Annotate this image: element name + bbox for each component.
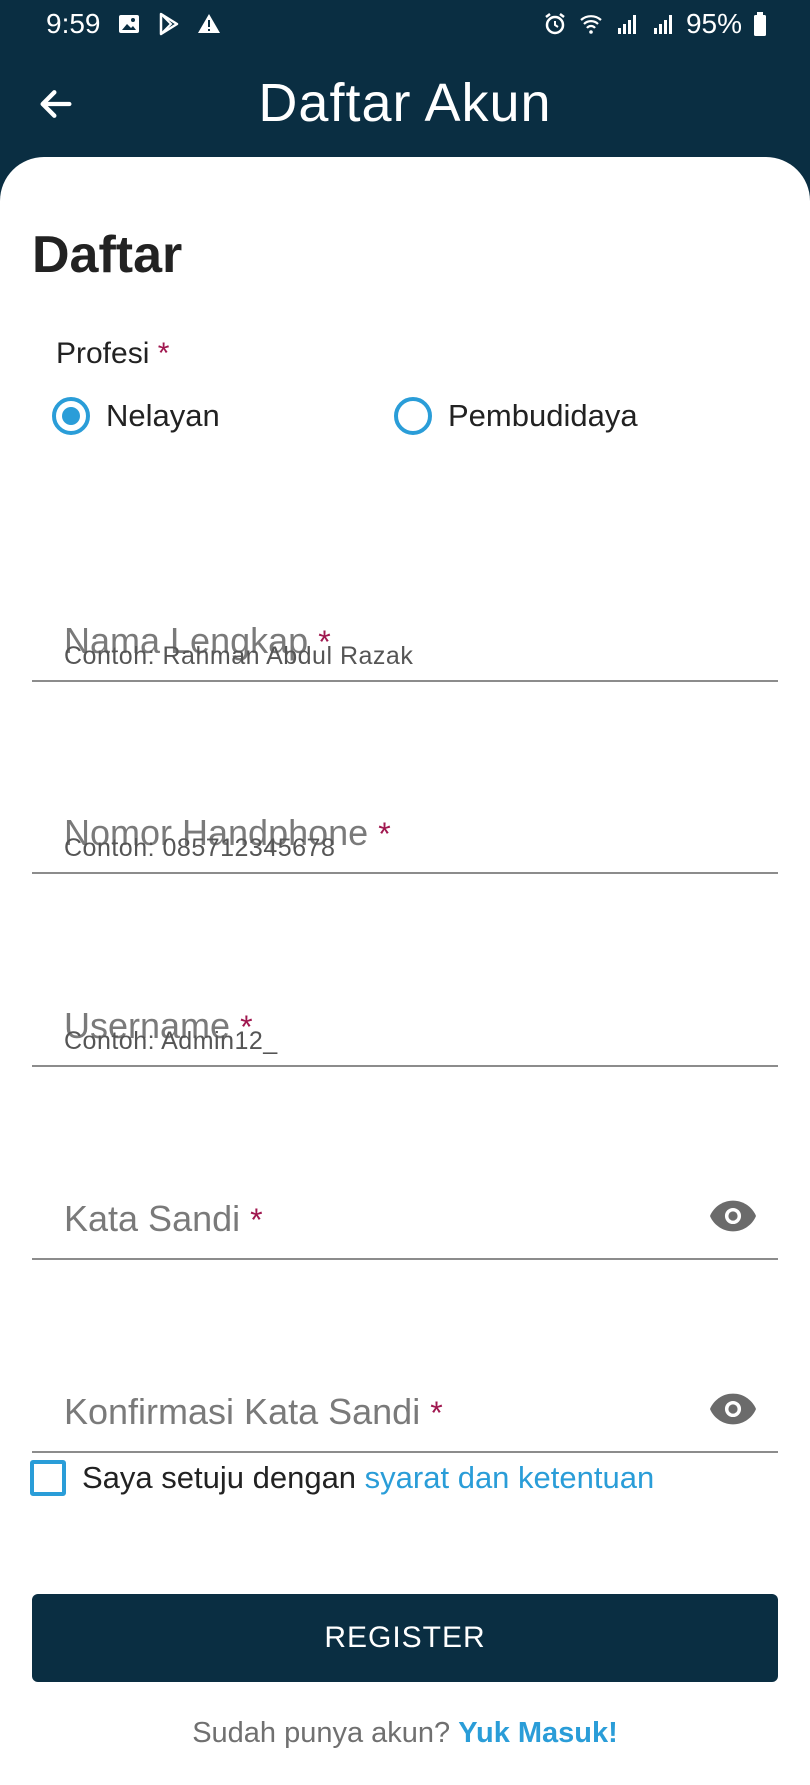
eye-icon[interactable] <box>710 1393 756 1425</box>
radio-label: Nelayan <box>106 398 220 433</box>
radio-nelayan[interactable]: Nelayan <box>52 397 220 435</box>
status-left-icons <box>116 12 222 36</box>
radio-label: Pembudidaya <box>448 398 638 433</box>
login-prompt-row: Sudah punya akun? Yuk Masuk! <box>0 1717 810 1750</box>
status-time: 9:59 <box>46 8 101 39</box>
form-heading: Daftar <box>32 226 183 284</box>
required-mark: * <box>157 337 170 370</box>
login-prompt: Sudah punya akun? <box>192 1717 459 1749</box>
page-title: Daftar Akun <box>258 73 552 133</box>
form-sheet: Daftar Profesi * Nelayan Pembudidaya Nam… <box>0 157 810 1785</box>
phone-helper-text: Contoh: 085712345678 <box>64 834 336 862</box>
radio-pembudidaya[interactable]: Pembudidaya <box>394 397 638 435</box>
profesi-label: Profesi * <box>56 337 169 371</box>
status-bar: 9:59 95% <box>0 0 810 50</box>
terms-link[interactable]: syarat dan ketentuan <box>365 1460 655 1495</box>
required-mark: * <box>378 816 391 852</box>
agreement-row: Saya setuju dengan syarat dan ketentuan <box>30 1460 654 1496</box>
required-mark: * <box>250 1202 263 1238</box>
alarm-icon <box>545 13 565 35</box>
agree-checkbox[interactable] <box>30 1460 66 1496</box>
confirm-password-field[interactable]: Konfirmasi Kata Sandi * <box>32 1353 778 1453</box>
radio-button-checked[interactable] <box>52 397 90 435</box>
signal-icon <box>617 15 636 34</box>
field-label-text: Konfirmasi Kata Sandi <box>64 1391 421 1432</box>
nama-helper-text: Contoh: Rahman Abdul Razak <box>64 642 414 670</box>
app-bar: Daftar Akun <box>0 50 810 160</box>
image-icon <box>119 15 139 33</box>
wifi-icon <box>580 15 602 34</box>
warning-icon <box>198 14 220 33</box>
battery-percent: 95% <box>685 8 742 39</box>
field-label-text: Kata Sandi <box>64 1198 241 1239</box>
play-store-icon <box>159 12 179 36</box>
username-helper-text: Contoh: Admin12_ <box>64 1027 278 1055</box>
profesi-label-text: Profesi <box>56 337 150 370</box>
field-label: Kata Sandi * <box>64 1198 263 1240</box>
login-link[interactable]: Yuk Masuk! <box>458 1717 618 1749</box>
status-right: 95% <box>542 8 768 40</box>
signal-icon <box>653 15 672 34</box>
register-button[interactable]: REGISTER <box>32 1594 778 1682</box>
agree-label: Saya setuju dengan <box>82 1460 365 1495</box>
password-field[interactable]: Kata Sandi * <box>32 1160 778 1260</box>
agree-text: Saya setuju dengan syarat dan ketentuan <box>82 1460 654 1496</box>
field-label: Konfirmasi Kata Sandi * <box>64 1391 443 1433</box>
eye-icon[interactable] <box>710 1200 756 1232</box>
battery-icon <box>754 12 766 36</box>
required-mark: * <box>430 1395 443 1431</box>
radio-button-unchecked[interactable] <box>394 397 432 435</box>
